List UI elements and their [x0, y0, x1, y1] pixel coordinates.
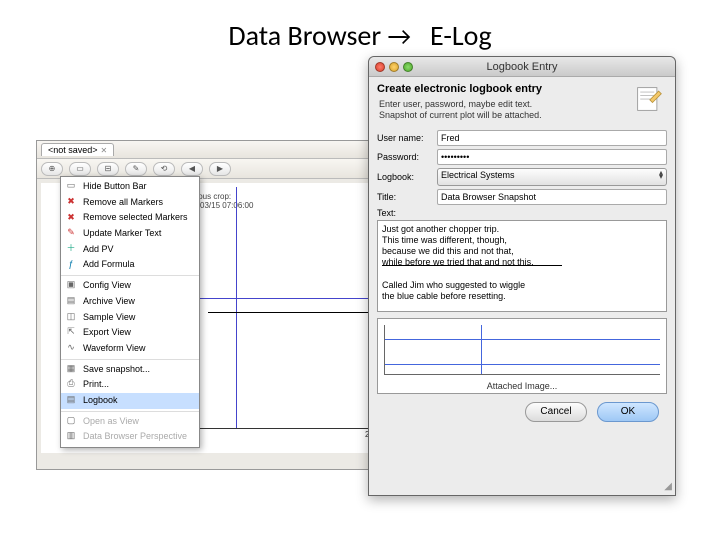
context-menu: ▭ Hide Button Bar ✖ Remove all Markers ✖ Remo… [60, 176, 200, 448]
menu-icon: ▤ [65, 394, 77, 406]
menu-icon: ✎ [65, 227, 77, 239]
menu-item-save-snapshot[interactable]: ▦ Save snapshot... [61, 362, 199, 378]
cancel-button[interactable]: Cancel [525, 402, 587, 422]
data-trace [236, 187, 237, 428]
menu-label: Add PV [83, 244, 114, 254]
dialog-heading: Create electronic logbook entry [377, 81, 667, 97]
title-right: E-Log [430, 18, 492, 53]
menu-item-archive-view[interactable]: ▤ Archive View [61, 294, 199, 310]
dialog-description: Enter user, password, maybe edit text.Sn… [377, 97, 667, 127]
menu-icon: ▢ [65, 415, 77, 427]
password-field[interactable] [437, 149, 667, 165]
menu-icon: ⇱ [65, 326, 77, 338]
menu-separator [61, 411, 199, 412]
toolbar-button[interactable]: ▭ [69, 162, 91, 176]
menu-item-add-pv[interactable]: ＋ Add PV [61, 242, 199, 258]
menu-label: Open as View [83, 416, 139, 426]
logbook-select[interactable]: Electrical Systems ▴▾ [437, 168, 667, 186]
menu-label: Remove selected Markers [83, 212, 188, 222]
menu-item-remove-all-markers[interactable]: ✖ Remove all Markers [61, 195, 199, 211]
menu-icon: ▥ [65, 430, 77, 442]
window-title: Logbook Entry [369, 61, 675, 73]
tab-unsaved[interactable]: <not saved> ✕ [41, 143, 114, 156]
menu-item-open-as-view: ▢ Open as View [61, 414, 199, 430]
menu-icon: ƒ [65, 258, 77, 270]
menu-icon: ▦ [65, 363, 77, 375]
menu-label: Print... [83, 379, 109, 389]
menu-label: Remove all Markers [83, 197, 163, 207]
title-field[interactable] [437, 189, 667, 205]
logbook-value: Electrical Systems [441, 170, 515, 180]
chevron-updown-icon: ▴▾ [659, 171, 663, 181]
titlebar[interactable]: Logbook Entry [369, 57, 675, 77]
menu-item-print[interactable]: ⎙ Print... [61, 377, 199, 393]
menu-item-logbook[interactable]: ▤ Logbook [61, 393, 199, 409]
ok-button[interactable]: OK [597, 402, 659, 422]
menu-item-data-browser-perspective: ▥ Data Browser Perspective [61, 429, 199, 445]
menu-label: Waveform View [83, 343, 146, 353]
menu-separator [61, 359, 199, 360]
toolbar-button[interactable]: ✎ [125, 162, 147, 176]
toolbar-button[interactable]: ⊕ [41, 162, 63, 176]
menu-label: Export View [83, 327, 131, 337]
tab-bar: <not saved> ✕ [37, 141, 415, 159]
arrow-icon: → [387, 20, 411, 52]
menu-icon: ✖ [65, 196, 77, 208]
menu-label: Data Browser Perspective [83, 431, 187, 441]
close-icon[interactable]: ✕ [101, 146, 108, 155]
menu-item-add-formula[interactable]: ƒ Add Formula [61, 257, 199, 273]
text-field[interactable]: Just got another chopper trip. This time… [377, 220, 667, 312]
menu-icon: ✖ [65, 211, 77, 223]
password-label: Password: [377, 152, 433, 162]
menu-icon: ▭ [65, 180, 77, 192]
menu-label: Save snapshot... [83, 364, 150, 374]
menu-item-update-marker-text[interactable]: ✎ Update Marker Text [61, 226, 199, 242]
toolbar-button[interactable]: ▶ [209, 162, 231, 176]
menu-separator [61, 275, 199, 276]
menu-item-export-view[interactable]: ⇱ Export View [61, 325, 199, 341]
menu-label: Logbook [83, 395, 118, 405]
username-field[interactable] [437, 130, 667, 146]
title-left: Data Browser [228, 18, 381, 53]
menu-icon: ∿ [65, 342, 77, 354]
tab-label: <not saved> [48, 145, 98, 155]
toolbar-button[interactable]: ⊟ [97, 162, 119, 176]
note-icon [635, 85, 663, 113]
menu-icon: ▤ [65, 295, 77, 307]
slide-title: Data Browser → E-Log [0, 0, 720, 61]
menu-item-hide-button-bar[interactable]: ▭ Hide Button Bar [61, 179, 199, 195]
menu-item-config-view[interactable]: ▣ Config View [61, 278, 199, 294]
toolbar-button[interactable]: ◀ [181, 162, 203, 176]
menu-label: Config View [83, 280, 131, 290]
menu-icon: ＋ [65, 243, 77, 255]
toolbar-button[interactable]: ⟲ [153, 162, 175, 176]
title-label: Title: [377, 192, 433, 202]
menu-label: Sample View [83, 312, 135, 322]
resize-grip-icon[interactable]: ◢ [664, 481, 672, 492]
menu-item-waveform-view[interactable]: ∿ Waveform View [61, 341, 199, 357]
logbook-dialog: Logbook Entry Create electronic logbook … [368, 56, 676, 496]
attached-label: Attached Image... [378, 381, 666, 391]
menu-label: Add Formula [83, 259, 135, 269]
menu-icon: ▣ [65, 279, 77, 291]
menu-item-sample-view[interactable]: ◫ Sample View [61, 310, 199, 326]
menu-label: Update Marker Text [83, 228, 161, 238]
connector-line [208, 312, 388, 313]
text-label: Text: [377, 208, 667, 218]
menu-item-remove-selected-markers[interactable]: ✖ Remove selected Markers [61, 210, 199, 226]
menu-label: Hide Button Bar [83, 181, 147, 191]
menu-icon: ◫ [65, 311, 77, 323]
preview-plot [384, 325, 660, 375]
logbook-label: Logbook: [377, 172, 433, 182]
strikethrough [382, 265, 562, 266]
menu-icon: ⎙ [65, 378, 77, 390]
menu-label: Archive View [83, 296, 135, 306]
username-label: User name: [377, 133, 433, 143]
attached-image-preview[interactable]: Attached Image... [377, 318, 667, 394]
